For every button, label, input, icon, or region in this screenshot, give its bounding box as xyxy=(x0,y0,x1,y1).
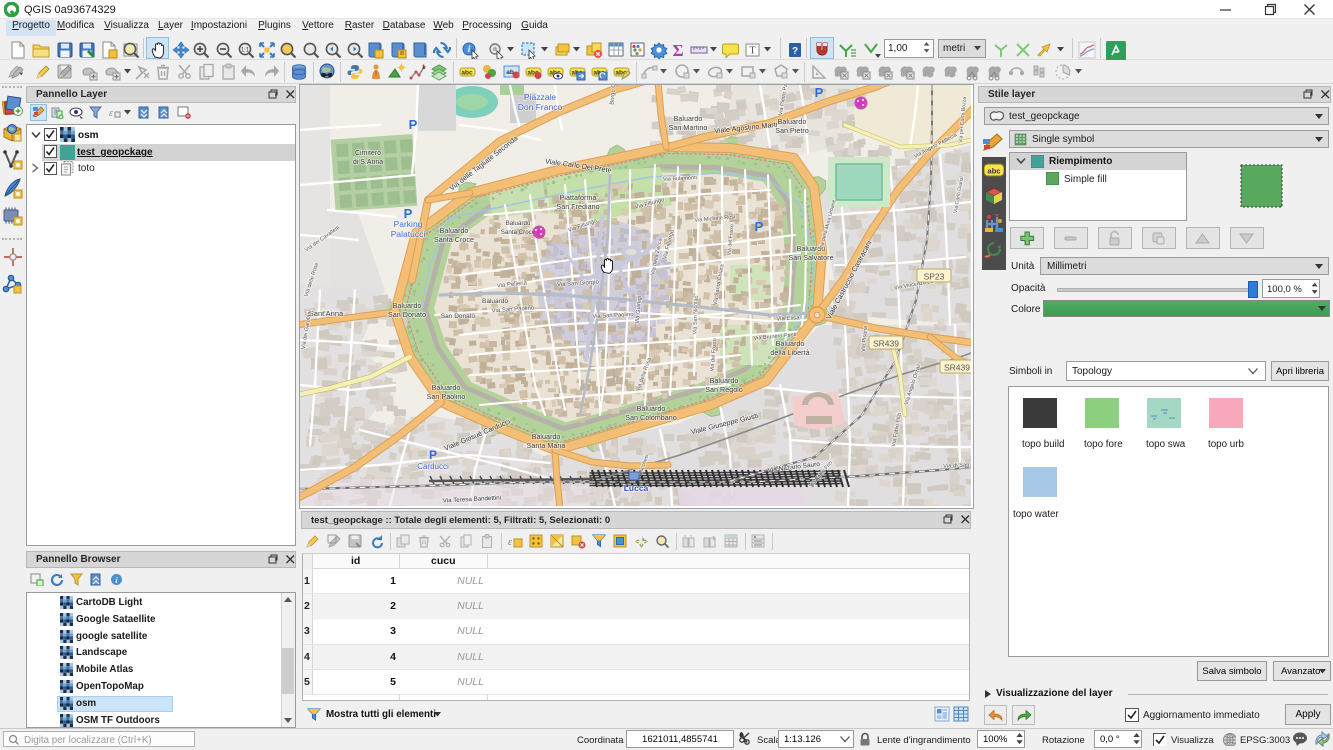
svg-text:Carducci: Carducci xyxy=(417,462,449,471)
svg-text:ε: ε xyxy=(508,537,512,548)
svg-text:1:1: 1:1 xyxy=(241,48,250,54)
svg-text:della Libertà: della Libertà xyxy=(770,348,809,357)
svg-text:SR439: SR439 xyxy=(944,363,970,373)
svg-text:Via Elisa: Via Elisa xyxy=(776,315,800,322)
svg-text:abc: abc xyxy=(461,70,473,77)
svg-text:di S.Anna: di S.Anna xyxy=(353,159,383,166)
svg-text:San Pietro: San Pietro xyxy=(775,126,809,135)
svg-text:Cimitero: Cimitero xyxy=(355,150,381,157)
svg-text:P: P xyxy=(409,117,418,132)
svg-text:San Martino: San Martino xyxy=(669,123,708,132)
svg-text:Palatucci: Palatucci xyxy=(391,229,426,239)
svg-text:Baluardo: Baluardo xyxy=(710,376,739,385)
svg-text:Baluardo: Baluardo xyxy=(393,301,422,310)
svg-text:?: ? xyxy=(792,46,798,57)
svg-text:Baluardo: Baluardo xyxy=(432,383,461,392)
svg-text:San Colombano: San Colombano xyxy=(625,413,677,422)
svg-text:Baluardo: Baluardo xyxy=(674,114,703,123)
svg-text:Baluardo: Baluardo xyxy=(440,226,469,235)
svg-text:P: P xyxy=(404,206,413,221)
svg-text:T: T xyxy=(749,46,755,57)
svg-text:Baluardo: Baluardo xyxy=(637,404,666,413)
svg-text:Σ: Σ xyxy=(672,41,683,59)
svg-text:San Paolino: San Paolino xyxy=(427,392,466,401)
svg-text:ε: ε xyxy=(109,108,113,119)
svg-text:Santa Croce: Santa Croce xyxy=(501,229,536,236)
svg-text:Baluardo: Baluardo xyxy=(506,220,531,227)
svg-text:Lucca: Lucca xyxy=(624,483,649,493)
svg-text:San Salvatore: San Salvatore xyxy=(788,253,833,262)
svg-text:Santa Maria: Santa Maria xyxy=(527,441,566,450)
svg-text:San Frediano: San Frediano xyxy=(556,202,599,211)
svg-text:Piattaforma: Piattaforma xyxy=(560,193,597,202)
svg-text:SR439: SR439 xyxy=(873,339,899,349)
svg-text:P: P xyxy=(815,85,824,100)
svg-text:Don Franco: Don Franco xyxy=(518,102,563,112)
svg-text:Baluardo: Baluardo xyxy=(778,117,807,126)
svg-text:Baluardo: Baluardo xyxy=(776,339,805,348)
svg-text:SP23: SP23 xyxy=(924,272,945,282)
svg-text:Santa Croce: Santa Croce xyxy=(434,235,474,244)
svg-text:San Donato: San Donato xyxy=(388,310,426,319)
svg-text:San Donato: San Donato xyxy=(441,313,476,320)
svg-text:abc: abc xyxy=(988,167,1001,176)
svg-text:Piazzale: Piazzale xyxy=(524,92,556,102)
svg-text:San Regolo: San Regolo xyxy=(705,385,743,394)
svg-text:Baluardo: Baluardo xyxy=(532,432,561,441)
svg-text:1: 1 xyxy=(422,65,426,71)
svg-text:Baluardo: Baluardo xyxy=(482,298,508,305)
svg-text:P: P xyxy=(429,448,437,462)
svg-text:P: P xyxy=(755,219,764,234)
svg-text:Sant'Anna: Sant'Anna xyxy=(309,309,344,318)
